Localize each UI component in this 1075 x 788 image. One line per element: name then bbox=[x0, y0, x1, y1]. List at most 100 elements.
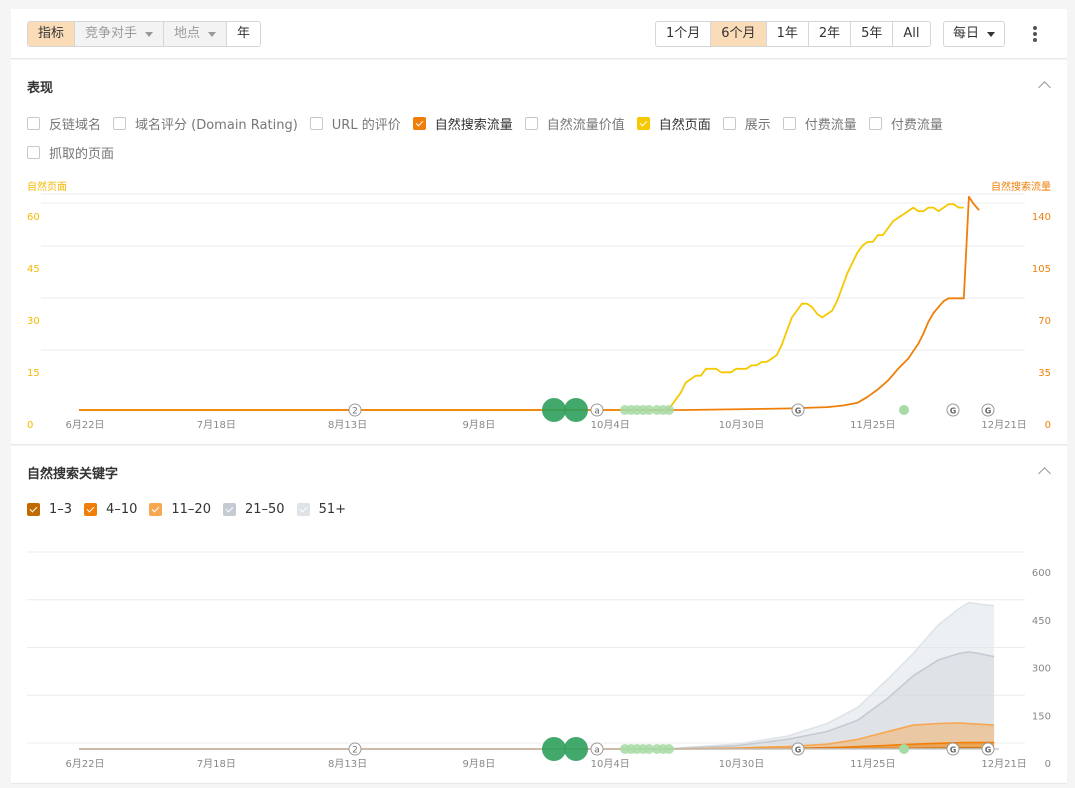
x-tick-label: 11月25日 bbox=[850, 758, 895, 770]
location-dropdown[interactable]: 地点 bbox=[164, 22, 228, 46]
checkbox-empty-icon[interactable] bbox=[782, 117, 796, 130]
checkbox-item[interactable]: 自然页面 bbox=[636, 109, 711, 138]
checkbox-empty-icon[interactable] bbox=[524, 117, 538, 130]
range-option[interactable]: 2年 bbox=[809, 22, 852, 46]
event-circle bbox=[564, 737, 588, 761]
checkbox-checked-icon[interactable] bbox=[636, 117, 650, 130]
ahrefs-marker-label: a bbox=[594, 407, 600, 417]
filter-group: 指标 竞争对手 地点 年 bbox=[27, 21, 262, 47]
x-tick-label: 8月13日 bbox=[328, 758, 367, 770]
event-circle bbox=[542, 737, 566, 761]
count-marker-label: 2 bbox=[352, 407, 358, 417]
checkbox-label: 付费流量 bbox=[804, 118, 857, 133]
keywords-section: 自然搜索关键字 1–3 4–10 11–20 21–50 51+ 0 150 300 450 6… bbox=[11, 446, 1067, 784]
x-tick-label: 8月13日 bbox=[328, 419, 367, 431]
checkbox-item[interactable]: 反链域名 bbox=[27, 109, 101, 138]
range-selector: 1个月 6个月 1年 2年 5年 All bbox=[655, 21, 931, 47]
series-area bbox=[79, 651, 995, 749]
checkbox-item[interactable]: 付费流量 bbox=[782, 109, 857, 138]
right-tick-label: 140 bbox=[1032, 212, 1051, 223]
checkbox-item[interactable]: 11–20 bbox=[149, 495, 211, 524]
right-tick-label: 0 bbox=[1045, 759, 1051, 770]
checkbox-label: 51+ bbox=[318, 502, 346, 517]
collapse-icon[interactable] bbox=[1038, 81, 1051, 94]
checkbox-empty-icon[interactable] bbox=[309, 117, 323, 130]
checkbox-label: 1–3 bbox=[49, 502, 73, 517]
google-marker-label: G bbox=[950, 746, 957, 755]
checkbox-label: 反链域名 bbox=[49, 118, 102, 133]
competitors-label: 竞争对手 bbox=[85, 26, 138, 41]
right-axis-title: 自然搜索流量 bbox=[991, 180, 1051, 193]
left-tick-label: 15 bbox=[27, 368, 40, 379]
x-tick-label: 10月30日 bbox=[719, 419, 764, 431]
checkbox-checked-icon[interactable] bbox=[222, 503, 236, 516]
left-tick-label: 45 bbox=[27, 264, 40, 275]
x-tick-label: 10月4日 bbox=[591, 419, 630, 431]
google-marker-label: G bbox=[985, 407, 992, 416]
checkbox-empty-icon[interactable] bbox=[27, 117, 40, 130]
location-label: 地点 bbox=[174, 26, 201, 41]
performance-checkboxes: 反链域名 域名评分 (Domain Rating) URL 的评价 自然搜索流量 自然流… bbox=[27, 109, 1047, 167]
x-tick-label: 10月30日 bbox=[719, 758, 764, 770]
checkbox-checked-icon[interactable] bbox=[296, 503, 310, 516]
right-tick-label: 105 bbox=[1032, 264, 1051, 275]
event-dot bbox=[899, 744, 909, 754]
interval-label: 每日 bbox=[953, 26, 980, 41]
metrics-tab-label: 指标 bbox=[38, 26, 65, 41]
x-tick-label: 9月8日 bbox=[463, 758, 496, 770]
range-option[interactable]: All bbox=[893, 22, 929, 46]
checkbox-item[interactable]: URL 的评价 bbox=[309, 109, 401, 138]
checkbox-label: 域名评分 (Domain Rating) bbox=[135, 118, 298, 133]
x-tick-label: 6月22日 bbox=[65, 758, 104, 770]
checkbox-item[interactable]: 抓取的页面 bbox=[27, 138, 114, 167]
checkbox-checked-icon[interactable] bbox=[149, 503, 163, 516]
checkbox-label: 4–10 bbox=[106, 502, 138, 517]
checkbox-empty-icon[interactable] bbox=[868, 117, 882, 130]
left-tick-label: 0 bbox=[27, 420, 33, 431]
checkbox-checked-icon[interactable] bbox=[27, 503, 40, 516]
google-marker-label: G bbox=[985, 746, 992, 755]
ahrefs-marker-label: a bbox=[594, 746, 600, 756]
checkbox-item[interactable]: 1–3 bbox=[27, 495, 72, 524]
checkbox-empty-icon[interactable] bbox=[27, 146, 40, 159]
checkbox-item[interactable]: 域名评分 (Domain Rating) bbox=[113, 109, 298, 138]
section-title: 自然搜索关键字 bbox=[27, 467, 119, 482]
checkbox-item[interactable]: 付费流量 bbox=[868, 109, 943, 138]
google-marker-label: G bbox=[795, 746, 802, 755]
range-option[interactable]: 5年 bbox=[851, 22, 894, 46]
range-option[interactable]: 6个月 bbox=[711, 22, 767, 46]
year-tab[interactable]: 年 bbox=[227, 22, 260, 46]
more-options-icon[interactable] bbox=[1033, 26, 1037, 44]
checkbox-item[interactable]: 展示 bbox=[722, 109, 771, 138]
x-tick-label: 7月18日 bbox=[197, 419, 236, 431]
range-option[interactable]: 1年 bbox=[767, 22, 809, 46]
checkbox-item[interactable]: 自然流量价值 bbox=[524, 109, 625, 138]
x-tick-label: 7月18日 bbox=[197, 758, 236, 770]
checkbox-label: URL 的评价 bbox=[331, 118, 401, 133]
x-tick-label: 11月25日 bbox=[850, 419, 895, 431]
checkbox-item[interactable]: 21–50 bbox=[222, 495, 285, 524]
checkbox-empty-icon[interactable] bbox=[113, 117, 127, 130]
checkbox-empty-icon[interactable] bbox=[722, 117, 736, 130]
keywords-chart: 0 150 300 450 600 6月22日 7月18日 8月13日 9月8日 10月4日 10月… bbox=[27, 551, 1051, 770]
google-marker-label: G bbox=[950, 407, 957, 416]
right-tick-label: 35 bbox=[1038, 368, 1051, 379]
keyword-position-checkboxes: 1–3 4–10 11–20 21–50 51+ bbox=[27, 495, 358, 524]
checkbox-item[interactable]: 自然搜索流量 bbox=[412, 109, 513, 138]
checkbox-checked-icon[interactable] bbox=[412, 117, 426, 130]
collapse-icon[interactable] bbox=[1038, 467, 1051, 480]
checkbox-label: 自然流量价值 bbox=[546, 118, 625, 133]
checkbox-item[interactable]: 4–10 bbox=[84, 495, 137, 524]
performance-section: 表现 反链域名 域名评分 (Domain Rating) URL 的评价 自然搜索流量… bbox=[11, 60, 1067, 445]
left-tick-label: 30 bbox=[27, 316, 40, 327]
competitors-dropdown[interactable]: 竞争对手 bbox=[75, 22, 165, 46]
metrics-tab[interactable]: 指标 bbox=[28, 22, 76, 46]
left-axis-title: 自然页面 bbox=[27, 180, 67, 193]
range-option[interactable]: 1个月 bbox=[656, 22, 712, 46]
section-title: 表现 bbox=[27, 81, 54, 96]
checkbox-item[interactable]: 51+ bbox=[296, 495, 346, 524]
chevron-down-icon bbox=[987, 31, 996, 37]
interval-dropdown[interactable]: 每日 bbox=[943, 21, 1006, 47]
chevron-down-icon bbox=[208, 31, 217, 37]
checkbox-checked-icon[interactable] bbox=[84, 503, 98, 516]
